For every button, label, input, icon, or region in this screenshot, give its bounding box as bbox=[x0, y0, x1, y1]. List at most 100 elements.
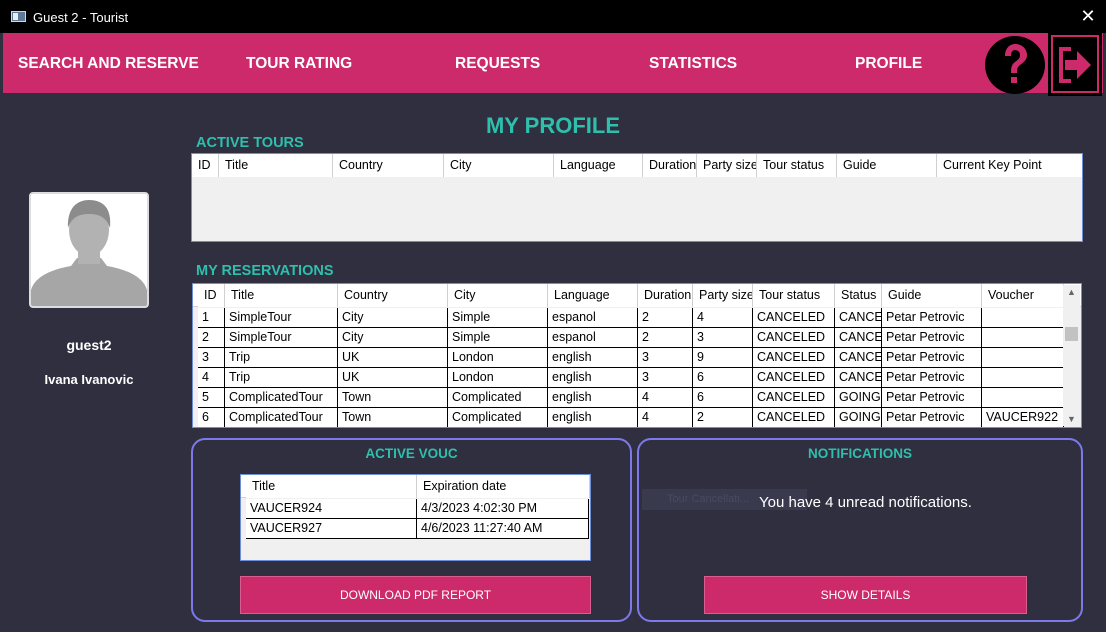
table-cell[interactable]: 4 bbox=[198, 368, 225, 388]
column-header[interactable]: Voucher bbox=[982, 284, 1064, 307]
column-header[interactable]: Country bbox=[338, 284, 448, 307]
table-cell[interactable]: CANCELED bbox=[753, 368, 835, 388]
table-cell[interactable]: 6 bbox=[693, 368, 753, 388]
table-cell[interactable]: 4 bbox=[693, 308, 753, 328]
table-cell[interactable] bbox=[982, 308, 1064, 328]
show-details-button[interactable]: SHOW DETAILS bbox=[704, 576, 1027, 614]
table-cell[interactable]: 6 bbox=[693, 388, 753, 408]
table-cell[interactable] bbox=[982, 348, 1064, 368]
column-header[interactable]: Title bbox=[246, 475, 417, 498]
column-header[interactable]: Current Key Point bbox=[937, 154, 1082, 177]
nav-search-and-reserve[interactable]: SEARCH AND RESERVE bbox=[18, 55, 199, 73]
table-cell[interactable]: City bbox=[338, 308, 448, 328]
table-row[interactable]: 3TripUKLondonenglish39CANCELEDCANCELPeta… bbox=[193, 348, 1064, 368]
column-header[interactable]: ID bbox=[198, 284, 225, 307]
table-cell[interactable]: VAUCER927 bbox=[246, 519, 417, 539]
table-cell[interactable]: CANCELED bbox=[753, 408, 835, 427]
table-cell[interactable]: 3 bbox=[198, 348, 225, 368]
table-cell[interactable]: Complicated bbox=[448, 388, 548, 408]
table-cell[interactable]: ComplicatedTour bbox=[225, 388, 338, 408]
table-cell[interactable]: Trip bbox=[225, 348, 338, 368]
table-cell[interactable]: english bbox=[548, 348, 638, 368]
column-header[interactable]: Guide bbox=[882, 284, 982, 307]
table-cell[interactable]: Trip bbox=[225, 368, 338, 388]
table-cell[interactable]: ComplicatedTour bbox=[225, 408, 338, 427]
table-cell[interactable]: VAUCER924 bbox=[246, 499, 417, 519]
column-header[interactable]: Duration bbox=[638, 284, 693, 307]
table-cell[interactable]: London bbox=[448, 348, 548, 368]
table-cell[interactable] bbox=[982, 368, 1064, 388]
table-cell[interactable]: 4/6/2023 11:27:40 AM bbox=[417, 519, 589, 539]
table-cell[interactable]: Town bbox=[338, 388, 448, 408]
table-cell[interactable]: Simple bbox=[448, 308, 548, 328]
table-cell[interactable]: 3 bbox=[693, 328, 753, 348]
table-cell[interactable]: espanol bbox=[548, 308, 638, 328]
table-row[interactable]: VAUCER927 4/6/2023 11:27:40 AM bbox=[241, 519, 590, 539]
help-button[interactable] bbox=[985, 36, 1045, 94]
table-cell[interactable] bbox=[982, 328, 1064, 348]
column-header[interactable]: Title bbox=[219, 154, 333, 177]
table-cell[interactable]: CANCELED bbox=[753, 328, 835, 348]
table-cell[interactable]: 1 bbox=[198, 308, 225, 328]
table-cell[interactable]: english bbox=[548, 388, 638, 408]
table-cell[interactable]: CANCEL bbox=[835, 348, 882, 368]
column-header[interactable]: Title bbox=[225, 284, 338, 307]
table-cell[interactable]: 3 bbox=[638, 368, 693, 388]
table-cell[interactable]: 6 bbox=[198, 408, 225, 427]
nav-statistics[interactable]: STATISTICS bbox=[649, 55, 737, 73]
table-cell[interactable]: VAUCER922 bbox=[982, 408, 1064, 427]
scrollbar-thumb[interactable] bbox=[1065, 327, 1078, 341]
table-cell[interactable]: english bbox=[548, 368, 638, 388]
table-cell[interactable]: Petar Petrovic bbox=[882, 328, 982, 348]
nav-tour-rating[interactable]: TOUR RATING bbox=[246, 55, 352, 73]
chevron-up-icon[interactable]: ▲ bbox=[1063, 285, 1080, 299]
table-cell[interactable]: CANCEL bbox=[835, 368, 882, 388]
table-cell[interactable]: CANCEL bbox=[835, 308, 882, 328]
column-header[interactable]: ID bbox=[192, 154, 219, 177]
table-cell[interactable]: CANCEL bbox=[835, 328, 882, 348]
column-header[interactable]: Expiration date bbox=[417, 475, 590, 498]
table-cell[interactable]: UK bbox=[338, 348, 448, 368]
table-cell[interactable]: espanol bbox=[548, 328, 638, 348]
table-cell[interactable]: 2 bbox=[198, 328, 225, 348]
table-row[interactable]: 5 ComplicatedTour Town Complicated english 4 6… bbox=[193, 388, 1064, 408]
table-cell[interactable]: 2 bbox=[638, 308, 693, 328]
table-cell[interactable]: Petar Petrovic bbox=[882, 368, 982, 388]
table-cell[interactable]: Town bbox=[338, 408, 448, 427]
table-cell[interactable]: Simple bbox=[448, 328, 548, 348]
column-header[interactable]: City bbox=[448, 284, 548, 307]
table-cell[interactable]: GOING bbox=[835, 388, 882, 408]
table-cell[interactable]: London bbox=[448, 368, 548, 388]
table-cell[interactable]: CANCELED bbox=[753, 308, 835, 328]
chevron-down-icon[interactable]: ▼ bbox=[1063, 412, 1080, 426]
column-header[interactable]: Party size bbox=[697, 154, 757, 177]
nav-profile[interactable]: PROFILE bbox=[855, 55, 922, 73]
reservations-table[interactable]: ID Title Country City Language Duration … bbox=[192, 283, 1082, 428]
table-cell[interactable]: Petar Petrovic bbox=[882, 348, 982, 368]
column-header[interactable]: Party size bbox=[693, 284, 753, 307]
table-row[interactable]: 1 SimpleTour City Simple espanol 2 4 CANCELED CA… bbox=[193, 308, 1064, 328]
vouchers-table[interactable]: Title Expiration date VAUCER924 4/3/2023 … bbox=[240, 474, 591, 561]
table-row[interactable]: 2 SimpleTour City Simple espanol 2 3 CANCELED CA… bbox=[193, 328, 1064, 348]
table-cell[interactable]: 2 bbox=[638, 328, 693, 348]
table-cell[interactable]: 4 bbox=[638, 388, 693, 408]
table-cell[interactable]: 9 bbox=[693, 348, 753, 368]
column-header[interactable]: Language bbox=[548, 284, 638, 307]
column-header[interactable]: Duration bbox=[643, 154, 697, 177]
reservations-scrollbar[interactable]: ▲ ▼ bbox=[1063, 285, 1080, 426]
table-cell[interactable]: Complicated bbox=[448, 408, 548, 427]
download-pdf-report-button[interactable]: DOWNLOAD PDF REPORT bbox=[240, 576, 591, 614]
table-cell[interactable]: GOING bbox=[835, 408, 882, 427]
active-tours-table[interactable]: ID Title Country City Language Duration … bbox=[191, 153, 1083, 242]
column-header[interactable]: Status bbox=[835, 284, 882, 307]
column-header[interactable]: City bbox=[444, 154, 554, 177]
table-cell[interactable]: City bbox=[338, 328, 448, 348]
column-header[interactable]: Country bbox=[333, 154, 444, 177]
column-header[interactable]: Tour status bbox=[757, 154, 837, 177]
close-window-button[interactable]: ✕ bbox=[1070, 0, 1106, 33]
table-cell[interactable]: 2 bbox=[693, 408, 753, 427]
table-cell[interactable]: 4/3/2023 4:02:30 PM bbox=[417, 499, 589, 519]
column-header[interactable]: Tour status bbox=[753, 284, 835, 307]
table-cell[interactable]: UK bbox=[338, 368, 448, 388]
table-cell[interactable] bbox=[982, 388, 1064, 408]
